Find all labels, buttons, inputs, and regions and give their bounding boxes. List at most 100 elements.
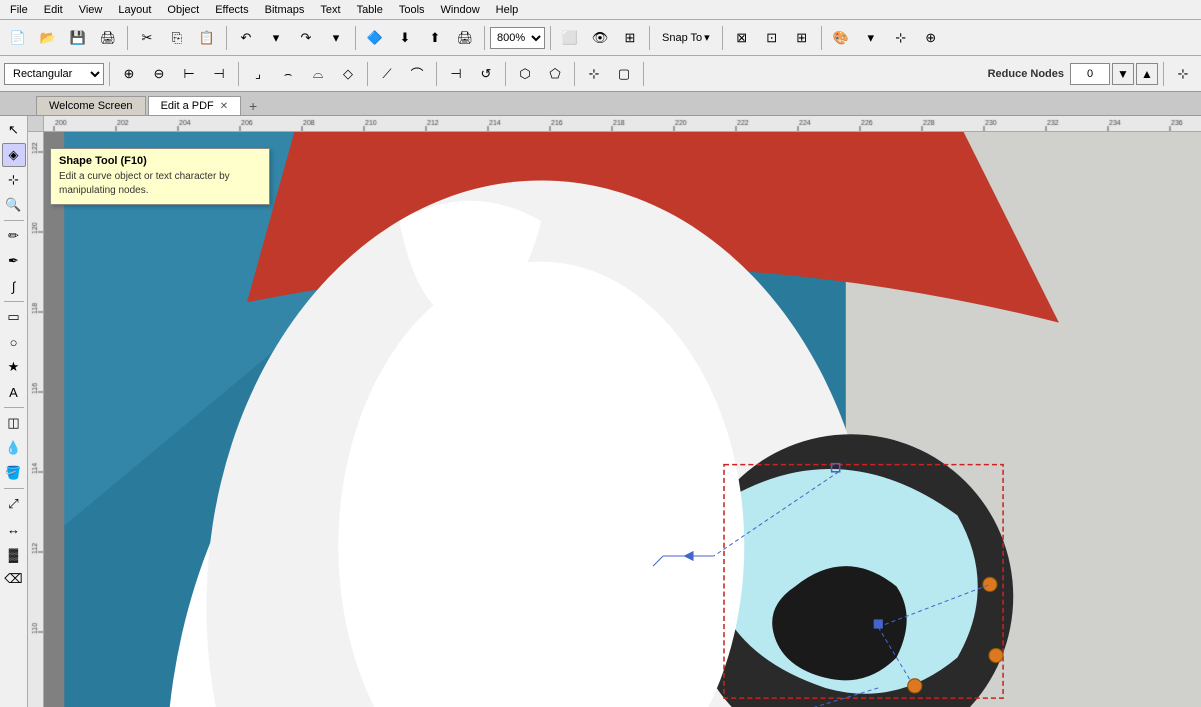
print2-btn[interactable]: 🖨 [451,24,479,52]
tool-node[interactable]: ◈ [2,143,26,167]
separator [355,26,356,50]
menu-file[interactable]: File [2,2,36,18]
tab-welcome-screen[interactable]: Welcome Screen [36,96,146,115]
paste-button[interactable]: 📋 [193,24,221,52]
ruler-top-canvas [44,116,1201,132]
tool-text[interactable]: A [2,380,26,404]
menu-text[interactable]: Text [312,2,348,18]
tool-selector[interactable]: ↖ [2,118,26,142]
add-tab-button[interactable]: + [243,97,263,115]
zoom-select[interactable]: 800% 400%200%100%50% [490,27,545,49]
undo-button[interactable]: ↶ [232,24,260,52]
tool-connector[interactable]: ⤢ [2,492,26,516]
menubar: File Edit View Layout Object Effects Bit… [0,0,1201,20]
undo-dropdown[interactable]: ▾ [262,24,290,52]
tool-zoom[interactable]: 🔍 [2,193,26,217]
export-btn[interactable]: ⬆ [421,24,449,52]
new-button[interactable]: 📄 [4,24,32,52]
tool-spray[interactable]: ▓ [2,542,26,566]
snap-btn3[interactable]: ⊞ [788,24,816,52]
smooth-btn[interactable]: ⌢ [274,60,302,88]
print-button[interactable]: 🖨 [94,24,122,52]
color-picker-btn[interactable]: 🎨 [827,24,855,52]
tab-welcome-screen-label: Welcome Screen [49,100,133,112]
reduce-nodes-up[interactable]: ▲ [1136,63,1158,85]
add-node-btn[interactable]: ⊕ [115,60,143,88]
copy-button[interactable]: ⎘ [163,24,191,52]
save-button[interactable]: 💾 [64,24,92,52]
ruler-left [28,132,44,707]
menu-effects[interactable]: Effects [207,2,256,18]
tool-ellipse[interactable]: ○ [2,330,26,354]
separator [484,26,485,50]
redo-button[interactable]: ↷ [292,24,320,52]
open-button[interactable]: 📂 [34,24,62,52]
canvas-wrapper[interactable]: Shape Tool (F10) Edit a curve object or … [44,132,1201,707]
show-handles-btn[interactable]: ⊹ [580,60,608,88]
curve-seg-btn[interactable]: ⌒ [403,60,431,88]
menu-table[interactable]: Table [349,2,391,18]
tool-dropper[interactable]: 💧 [2,436,26,460]
tool-star[interactable]: ★ [2,355,26,379]
snap-to-button[interactable]: Snap To ▾ [655,28,717,47]
extra-tool-btn[interactable]: ⊹ [1169,60,1197,88]
line-seg-btn[interactable]: ⟋ [373,60,401,88]
node-end-btn[interactable]: ⊣ [442,60,470,88]
view-btn1[interactable]: ⬜ [556,24,584,52]
join-nodes-btn[interactable]: ⊢ [175,60,203,88]
tool-rect[interactable]: ▭ [2,305,26,329]
tool-separator [4,407,24,408]
separator [226,26,227,50]
view-btn2[interactable]: 👁 [586,24,614,52]
tab-edit-pdf[interactable]: Edit a PDF ✕ [148,96,242,115]
palette-dropdown-btn[interactable]: ▾ [857,24,885,52]
cusp-btn[interactable]: ◇ [334,60,362,88]
reduce-nodes-down[interactable]: ▼ [1112,63,1134,85]
snap-dropdown-icon: ▾ [704,31,710,44]
snap-btn1[interactable]: ⊠ [728,24,756,52]
menu-object[interactable]: Object [159,2,207,18]
menu-layout[interactable]: Layout [110,2,159,18]
ruler-top [44,116,1201,132]
view-btn3[interactable]: ⊞ [616,24,644,52]
tool-paint[interactable]: 🪣 [2,461,26,485]
tool-gradient[interactable]: ◫ [2,411,26,435]
canvas-area[interactable]: Shape Tool (F10) Edit a curve object or … [28,116,1201,707]
menu-tools[interactable]: Tools [391,2,433,18]
menu-bitmaps[interactable]: Bitmaps [257,2,313,18]
reduce-nodes-input[interactable] [1070,63,1110,85]
tool-separator [4,220,24,221]
separator [436,62,437,86]
add-btn[interactable]: ⊕ [917,24,945,52]
tool-calligraphy[interactable]: ∫ [2,274,26,298]
snap-btn2[interactable]: ⊡ [758,24,786,52]
tool-pen[interactable]: ✒ [2,249,26,273]
cut-button[interactable]: ✂ [133,24,161,52]
tool-tweak[interactable]: ⊹ [2,168,26,192]
corner-btn[interactable]: ⌟ [244,60,272,88]
delete-node-btn[interactable]: ⊖ [145,60,173,88]
stroke-to-path-btn[interactable]: ⬠ [541,60,569,88]
snap-to-label: Snap To [662,32,702,44]
redo-dropdown[interactable]: ▾ [322,24,350,52]
tool-eraser[interactable]: ⌫ [2,567,26,591]
tab-bar: Welcome Screen Edit a PDF ✕ + [0,92,1201,116]
extra-btn[interactable]: ⊹ [887,24,915,52]
menu-edit[interactable]: Edit [36,2,71,18]
tab-close-icon[interactable]: ✕ [220,101,228,112]
menu-view[interactable]: View [71,2,111,18]
show-outline-btn[interactable]: ▢ [610,60,638,88]
shape-type-select[interactable]: Rectangular SmoothSymmetricAuto-Smooth [4,63,104,85]
to-path-btn[interactable]: ⬡ [511,60,539,88]
inkscape-btn[interactable]: 🔷 [361,24,389,52]
main-area: ↖ ◈ ⊹ 🔍 ✏ ✒ ∫ ▭ ○ ★ A ◫ 💧 🪣 ⤢ ↔ ▓ ⌫ [0,116,1201,707]
symmetric-btn[interactable]: ⌓ [304,60,332,88]
tool-pencil[interactable]: ✏ [2,224,26,248]
menu-window[interactable]: Window [433,2,488,18]
reverse-btn[interactable]: ↺ [472,60,500,88]
separator [722,26,723,50]
break-nodes-btn[interactable]: ⊣ [205,60,233,88]
import-btn[interactable]: ⬇ [391,24,419,52]
menu-help[interactable]: Help [488,2,527,18]
tool-measure[interactable]: ↔ [2,517,26,541]
